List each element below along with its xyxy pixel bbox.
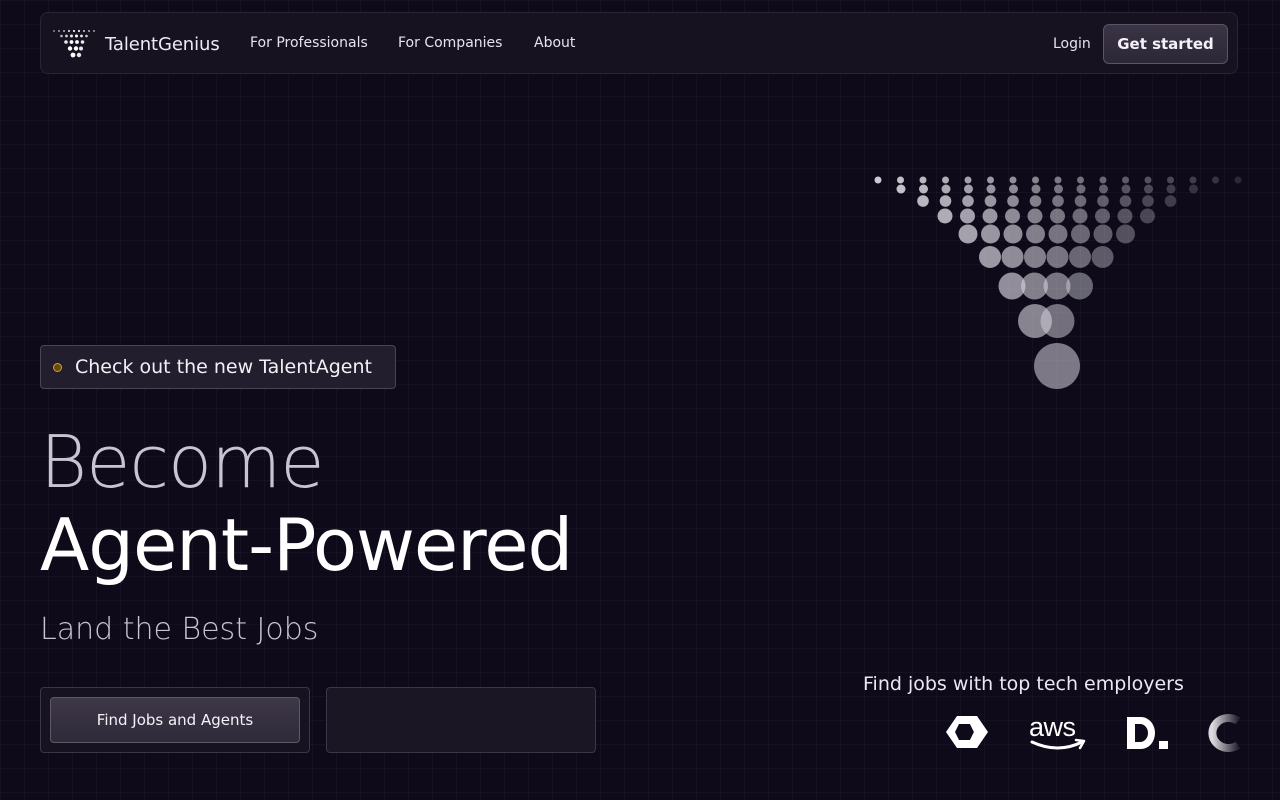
funnel-dot (1097, 195, 1109, 207)
secondary-cta-container (326, 687, 596, 753)
aws-logo-icon: aws (1029, 712, 1086, 750)
funnel-dot (1091, 246, 1114, 268)
nav-link-about[interactable]: About (534, 35, 575, 51)
funnel-dot (1189, 184, 1198, 194)
funnel-dot (981, 224, 1000, 244)
funnel-dot (1026, 224, 1045, 244)
funnel-dot (1046, 246, 1069, 268)
funnel-dot (1074, 195, 1087, 207)
funnel-dot (1099, 176, 1107, 184)
funnel-dot (1054, 176, 1062, 184)
funnel-dot (1077, 176, 1084, 184)
funnel-dot (958, 224, 978, 244)
status-dot-icon (53, 362, 62, 372)
announcement-banner[interactable]: Check out the new TalentAgent (40, 345, 396, 389)
funnel-dot (1189, 176, 1197, 184)
funnel-dot (1167, 176, 1174, 184)
funnel-dot (1099, 184, 1108, 194)
funnel-dot (1144, 176, 1152, 184)
funnel-dot (1122, 176, 1129, 184)
funnel-dot (937, 208, 953, 224)
funnel-dot (896, 184, 906, 194)
brand[interactable]: TalentGenius (52, 29, 220, 59)
cta-container: Find Jobs and Agents (40, 687, 310, 753)
funnel-graphic (874, 176, 1242, 389)
funnel-dot (1095, 208, 1110, 224)
brand-name: TalentGenius (105, 33, 220, 55)
funnel-dot (1054, 184, 1063, 194)
hero-heading-line1: Become (40, 420, 325, 504)
funnel-dot (1121, 184, 1131, 194)
funnel-dot (1116, 224, 1135, 244)
funnel-dot (1027, 208, 1043, 224)
funnel-dot (979, 246, 1001, 268)
funnel-dot (1003, 224, 1023, 244)
funnel-dot (1031, 184, 1041, 194)
funnel-dot (962, 195, 974, 207)
funnel-dot (1009, 184, 1018, 194)
employers-label: Find jobs with top tech employers (863, 673, 1184, 695)
funnel-dot (1164, 195, 1177, 207)
funnel-dot (1144, 184, 1153, 194)
top-navbar: TalentGenius For Professionals For Compa… (40, 12, 1238, 74)
funnel-dot (1034, 343, 1080, 389)
svg-text:aws: aws (1029, 712, 1076, 742)
funnel-dot (1076, 184, 1086, 194)
funnel-dot (1029, 195, 1042, 207)
funnel-dot (1072, 208, 1088, 224)
funnel-dot (960, 208, 975, 224)
nav-link-for-companies[interactable]: For Companies (398, 35, 502, 51)
funnel-dot (1066, 272, 1093, 300)
funnel-dot (1009, 176, 1017, 184)
funnel-dot (1234, 176, 1242, 184)
funnel-dot (987, 176, 994, 184)
get-started-button[interactable]: Get started (1103, 24, 1228, 64)
funnel-dot (964, 176, 972, 184)
funnel-dot (942, 176, 949, 184)
hero-subtitle: Land the Best Jobs (40, 612, 319, 647)
funnel-dot (1142, 195, 1154, 207)
funnel-dot (986, 184, 996, 194)
landing-page: TalentGenius For Professionals For Compa… (0, 0, 1280, 800)
funnel-dot (1048, 224, 1068, 244)
funnel-dot (1052, 195, 1064, 207)
funnel-dot (1032, 176, 1039, 184)
hero-heading-line2: Agent-Powered (40, 503, 573, 587)
nav-link-for-professionals[interactable]: For Professionals (250, 35, 368, 51)
funnel-dot (982, 208, 998, 224)
funnel-dot (1212, 176, 1219, 184)
funnel-dot (941, 184, 951, 194)
funnel-dot (1117, 208, 1133, 224)
login-link[interactable]: Login (1053, 36, 1091, 52)
d-logo-icon (1127, 717, 1168, 749)
funnel-dot (1007, 195, 1019, 207)
funnel-dot (1040, 304, 1075, 338)
funnel-dot (964, 184, 973, 194)
funnel-dot (1050, 208, 1065, 224)
funnel-dot (1119, 195, 1132, 207)
funnel-dot (874, 176, 882, 184)
funnel-dot (939, 195, 952, 207)
funnel-dot (917, 195, 929, 207)
talentgenius-logo-icon (53, 29, 95, 58)
funnel-dot (897, 176, 904, 184)
funnel-dot (1069, 246, 1091, 268)
c-logo-icon (1208, 714, 1240, 752)
funnel-dot (1001, 246, 1024, 268)
funnel-dot (1166, 184, 1176, 194)
funnel-dot (1093, 224, 1113, 244)
funnel-dot (984, 195, 997, 207)
funnel-dot (919, 176, 927, 184)
hexagon-logo-icon (946, 716, 988, 748)
funnel-dot (1071, 224, 1090, 244)
announcement-text: Check out the new TalentAgent (75, 356, 372, 378)
find-jobs-button[interactable]: Find Jobs and Agents (50, 697, 300, 743)
funnel-dot (1024, 246, 1046, 268)
funnel-dot (1005, 208, 1020, 224)
funnel-dot (1140, 208, 1155, 224)
funnel-dot (919, 184, 928, 194)
